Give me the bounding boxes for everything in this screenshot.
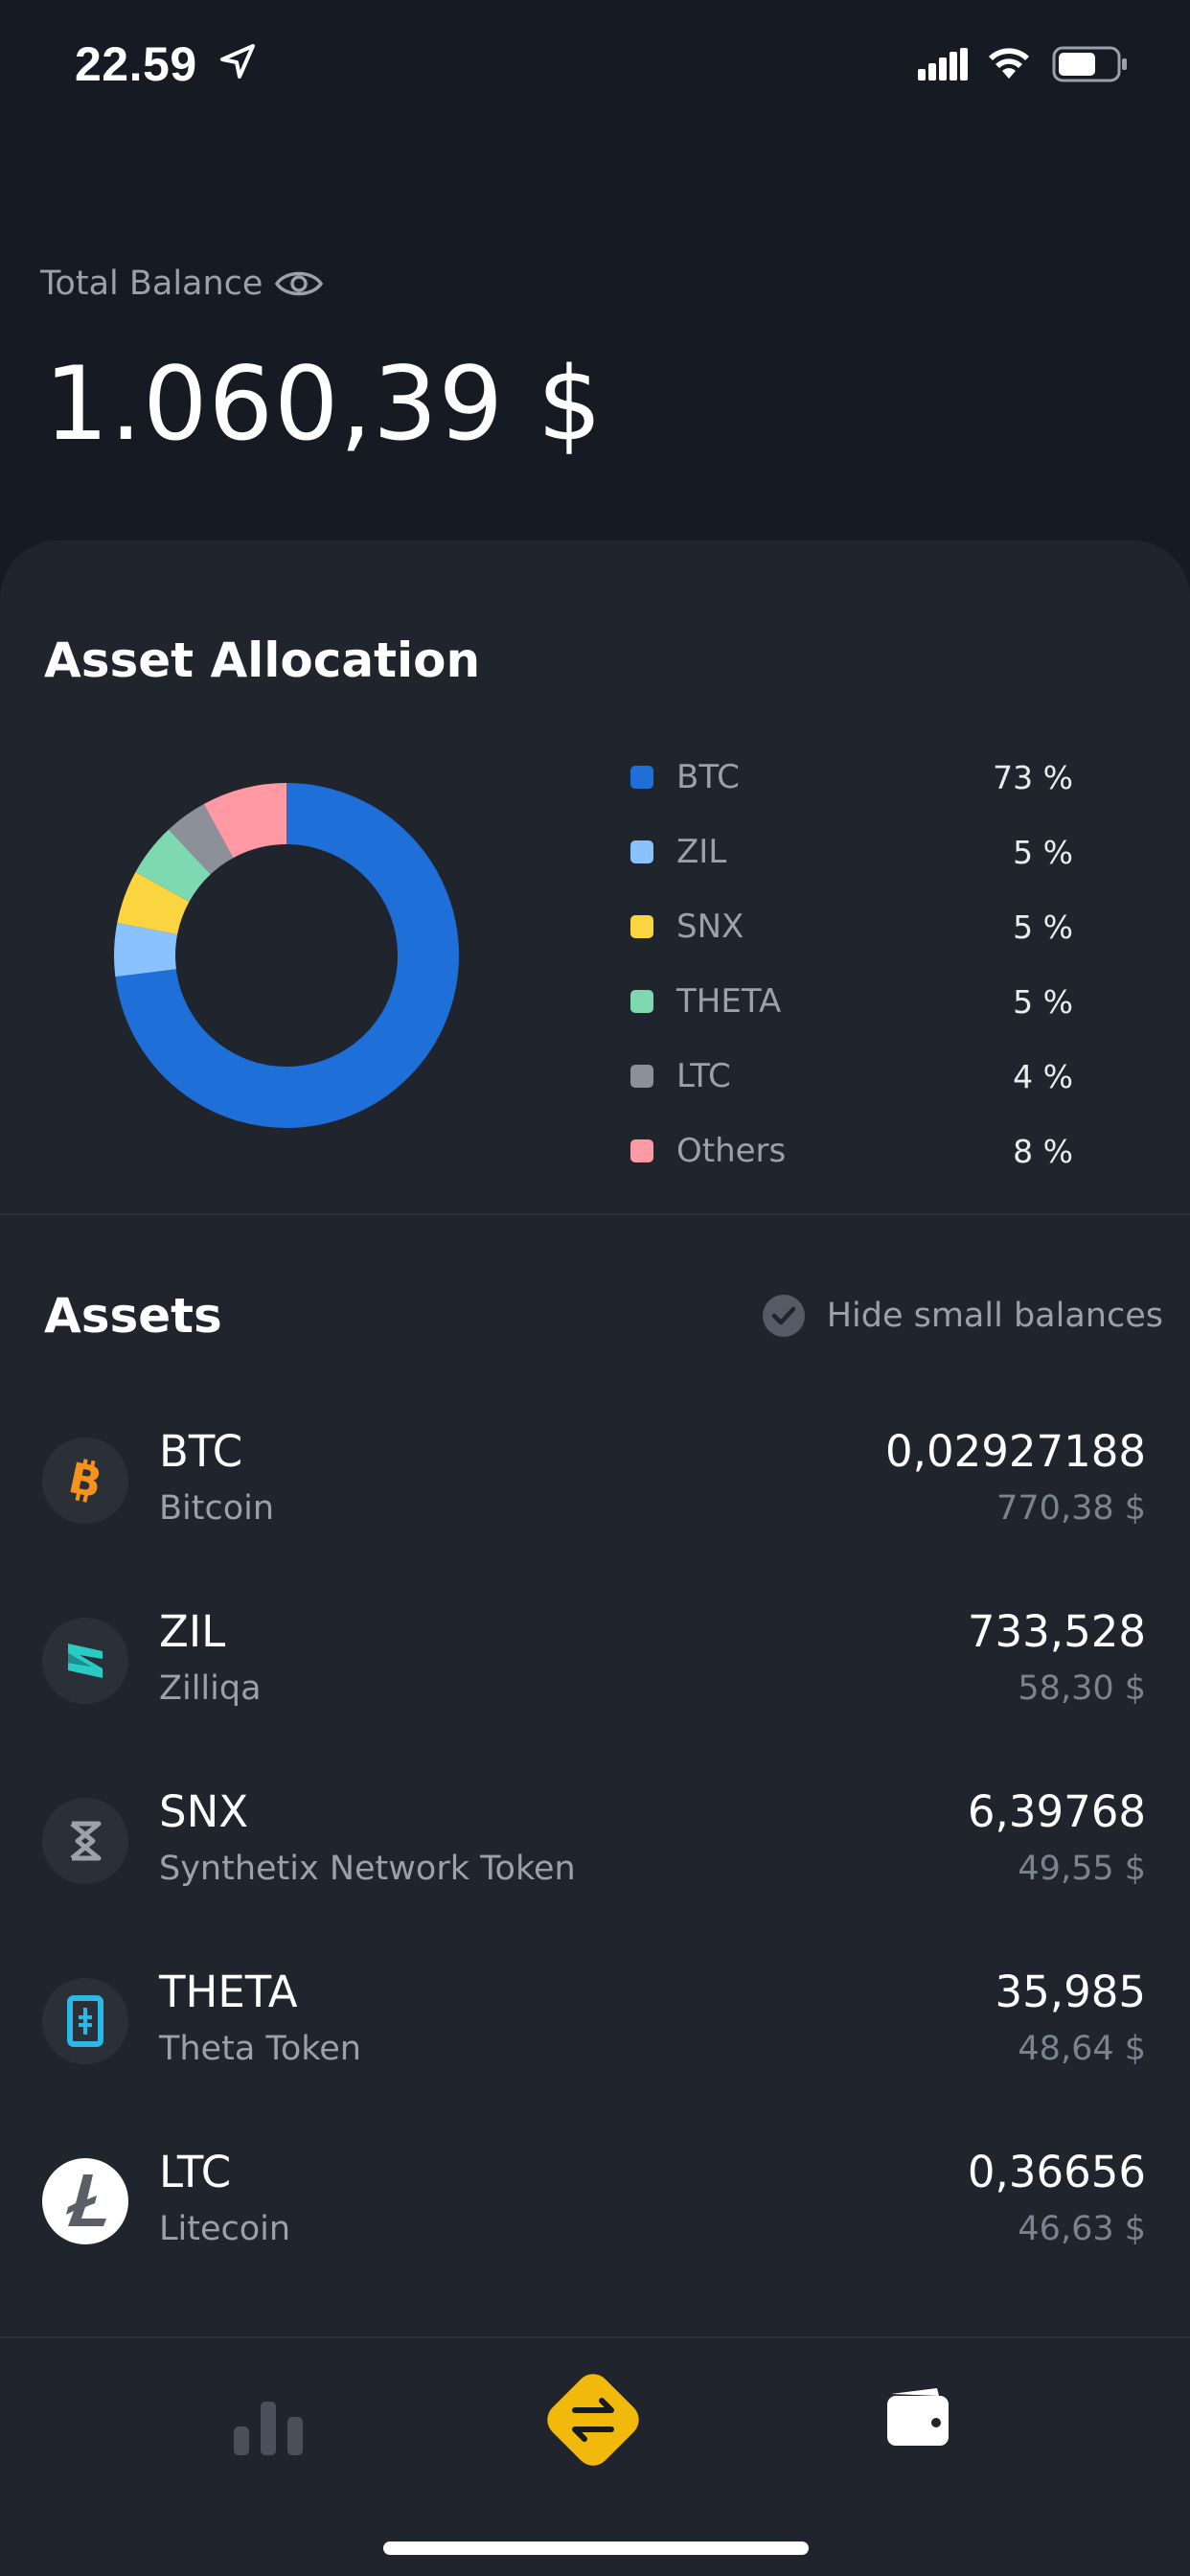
asset-list: B BTC Bitcoin 0,02927188 770,38 $ ZIL Zilliqa 7… [0,1390,1190,2290]
legend-label: SNX [676,908,744,946]
total-balance-label: Total Balance [40,264,263,303]
asset-name: Litecoin [159,2210,291,2248]
asset-row-snx[interactable]: SNX Synthetix Network Token 6,39768 49,55 $ [0,1750,1190,1930]
asset-fiat-value: 770,38 $ [996,1489,1146,1528]
battery-icon [1052,46,1127,82]
legend-item-btc: BTC 73 % [630,740,1073,815]
legend-item-ltc: LTC 4 % [630,1039,1073,1114]
asset-fiat-value: 58,30 $ [1018,1669,1146,1708]
asset-symbol: BTC [159,1426,243,1477]
legend-swatch [630,840,653,863]
legend-label: ZIL [676,833,727,871]
legend-percent: 5 % [1013,982,1073,1021]
asset-row-ltc[interactable]: LTC Litecoin 0,36656 46,63 $ [0,2110,1190,2290]
asset-allocation-title: Asset Allocation [44,632,481,688]
legend-item-zil: ZIL 5 % [630,815,1073,889]
legend-label: Others [676,1132,787,1170]
status-time: 22.59 [75,37,197,91]
asset-amount: 0,36656 [967,2147,1146,2197]
legend-swatch [630,1065,653,1088]
trade-convert-icon[interactable] [535,2361,652,2478]
asset-fiat-value: 48,64 $ [1018,2030,1146,2068]
asset-name: Synthetix Network Token [159,1850,576,1888]
legend-swatch [630,766,653,789]
cellular-signal-icon [918,48,968,80]
legend-label: LTC [676,1057,731,1095]
total-balance-label-row: Total Balance [40,264,324,303]
asset-amount: 35,985 [995,1966,1146,2017]
asset-name: Zilliqa [159,1669,262,1708]
synthetix-icon [42,1798,128,1884]
asset-symbol: SNX [159,1786,249,1837]
assets-title: Assets [44,1288,222,1344]
section-divider [0,1213,1190,1215]
asset-amount: 0,02927188 [885,1426,1146,1477]
wallet-icon[interactable] [883,2382,952,2451]
legend-label: THETA [676,982,782,1021]
legend-percent: 73 % [993,758,1073,796]
wifi-icon [989,48,1029,79]
legend-percent: 4 % [1013,1057,1073,1095]
asset-fiat-value: 49,55 $ [1018,1850,1146,1888]
bitcoin-icon: B [42,1438,128,1524]
legend-item-others: Others 8 % [630,1114,1073,1188]
legend-percent: 8 % [1013,1132,1073,1170]
legend-swatch [630,1139,653,1162]
legend-swatch [630,990,653,1013]
asset-symbol: THETA [159,1966,298,2017]
litecoin-icon [42,2158,128,2244]
allocation-donut-chart [114,783,459,1128]
asset-symbol: ZIL [159,1606,226,1657]
bottom-navigation [0,2336,1190,2576]
allocation-legend: BTC 73 % ZIL 5 % SNX 5 % THETA 5 % LTC 4 % Others 8… [630,740,1073,1188]
asset-amount: 6,39768 [967,1786,1146,1837]
asset-name: Bitcoin [159,1489,275,1528]
zilliqa-icon [42,1618,128,1704]
asset-row-btc[interactable]: B BTC Bitcoin 0,02927188 770,38 $ [0,1390,1190,1570]
asset-name: Theta Token [159,2030,361,2068]
asset-row-theta[interactable]: THETA Theta Token 35,985 48,64 $ [0,1930,1190,2110]
status-bar: 22.59 [0,0,1190,134]
markets-chart-icon[interactable] [234,2398,303,2455]
eye-icon[interactable] [274,264,324,303]
total-balance-value: 1.060,39 $ [44,345,604,463]
hide-small-balances-label: Hide small balances [826,1297,1163,1335]
legend-percent: 5 % [1013,833,1073,871]
asset-symbol: LTC [159,2147,232,2197]
legend-label: BTC [676,758,740,796]
theta-icon [42,1978,128,2064]
hide-small-balances-toggle[interactable]: Hide small balances [762,1294,1163,1338]
asset-fiat-value: 46,63 $ [1018,2210,1146,2248]
legend-percent: 5 % [1013,908,1073,946]
legend-swatch [630,915,653,938]
asset-row-zil[interactable]: ZIL Zilliqa 733,528 58,30 $ [0,1570,1190,1750]
legend-item-theta: THETA 5 % [630,964,1073,1039]
location-arrow-icon [220,44,255,79]
legend-item-snx: SNX 5 % [630,889,1073,964]
asset-amount: 733,528 [967,1606,1146,1657]
home-indicator[interactable] [383,2542,809,2555]
check-circle-icon[interactable] [762,1294,806,1338]
